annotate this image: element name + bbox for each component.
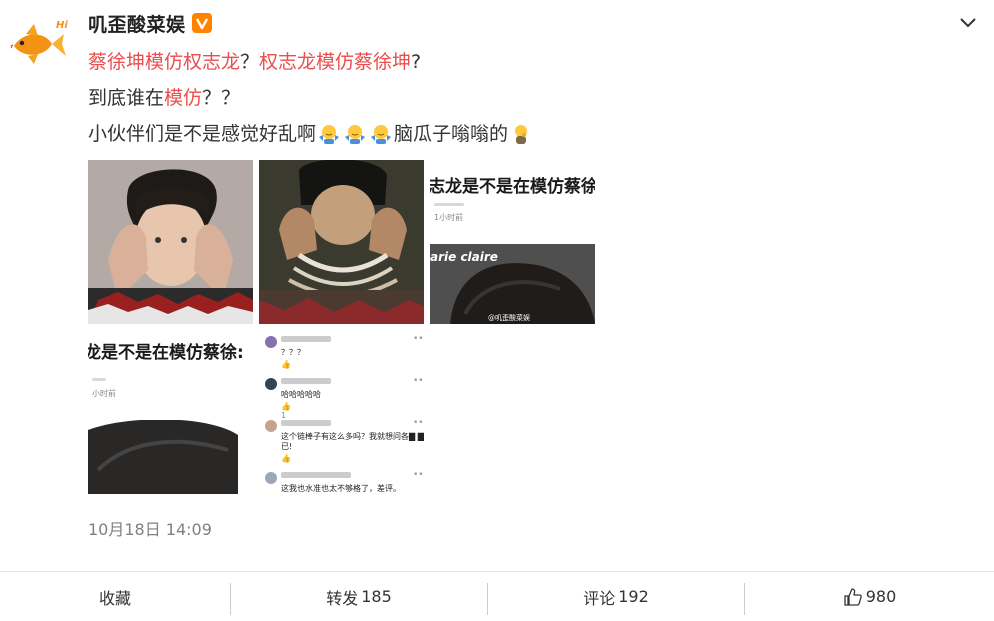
portrait-photo [259, 160, 424, 324]
favorite-button[interactable]: 收藏 [0, 572, 230, 621]
post-content: 蔡徐坤模仿权志龙 ？ 权志龙模仿蔡徐坤 ? 到底谁在 模仿 ？？ 小伙伴们是不是… [88, 44, 534, 152]
more-icon: ••• [413, 418, 424, 428]
shrug-emoji-icon [345, 125, 366, 144]
comment-text-continued: 已! [281, 442, 293, 451]
post-image-5[interactable]: ？？？ 👍 ••• 哈哈哈哈哈 👍1 ••• 这个链棒子有这么多吗？我就想问各▇… [259, 330, 424, 494]
post-image-3[interactable]: 志龙是不是在模仿蔡徐坤 1小时前 arie claire @叽歪酸菜娱 [430, 160, 595, 324]
magazine-logo: arie claire [430, 250, 498, 264]
text-fragment: 小伙伴们是不是感觉好乱啊 [88, 123, 317, 145]
post-timestamp[interactable]: 10月18日 14:09 [88, 516, 212, 540]
comment-text: 这个链棒子有这么多吗？我就想问各▇ ▇而 [281, 432, 424, 441]
shrug-emoji-icon [371, 125, 392, 144]
comment-label: 评论 [583, 588, 616, 608]
like-button[interactable]: 980 [745, 572, 994, 621]
text-fragment: ？ [240, 51, 260, 73]
favorite-label: 收藏 [98, 588, 131, 608]
post-image-4[interactable]: 龙是不是在模仿蔡徐: 小时前 [88, 330, 253, 494]
text-fragment: 到底谁在 [88, 87, 165, 109]
text-fragment: ? [411, 51, 422, 73]
screenshot-headline: 龙是不是在模仿蔡徐: [88, 343, 244, 363]
thumbs-up-icon: 👍 [281, 454, 291, 463]
portrait-photo [88, 160, 253, 324]
repost-label: 转发 [326, 588, 359, 608]
comment-text: 这我也水准也太不够格了，差评。 [281, 484, 401, 493]
author-name[interactable]: 叽歪酸菜娱 [88, 10, 186, 37]
avatar-hi-text: Hi [56, 20, 68, 31]
blurred-author [434, 203, 464, 206]
action-bar: 收藏 转发 185 评论 192 980 [0, 571, 994, 621]
more-icon: ••• [413, 376, 424, 386]
thumbs-up-icon [844, 587, 862, 606]
hashtag-link-1[interactable]: 蔡徐坤模仿权志龙 [88, 44, 240, 80]
content-line-1: 蔡徐坤模仿权志龙 ？ 权志龙模仿蔡徐坤 ? [88, 44, 534, 80]
more-options-button[interactable] [958, 12, 978, 32]
text-fragment: ？？ [202, 87, 241, 109]
content-line-3: 小伙伴们是不是感觉好乱啊 脑瓜子嗡嗡的 [88, 116, 534, 152]
avatar[interactable]: Hi [8, 18, 70, 68]
repost-count: 185 [361, 587, 392, 606]
hashtag-link-2[interactable]: 权志龙模仿蔡徐坤 [259, 44, 411, 80]
blurred-author [92, 378, 106, 381]
screenshot-headline: 志龙是不是在模仿蔡徐坤 [430, 177, 595, 197]
post-image-2[interactable] [259, 160, 424, 324]
repost-button[interactable]: 转发 185 [231, 572, 487, 621]
hair-photo [88, 420, 253, 494]
comment-text: 哈哈哈哈哈 [281, 390, 321, 399]
weibo-watermark: @叽歪酸菜娱 [488, 314, 530, 322]
comment-button[interactable]: 评论 192 [488, 572, 744, 621]
author-row: 叽歪酸菜娱 [88, 9, 212, 37]
verified-badge [191, 13, 212, 33]
content-line-2: 到底谁在 模仿 ？？ [88, 80, 534, 116]
text-fragment: 脑瓜子嗡嗡的 [394, 123, 509, 145]
comment-count: 192 [618, 587, 649, 606]
thinking-emoji-icon [515, 125, 528, 144]
comment-text: ？？？ [281, 348, 305, 357]
thumbs-up-icon: 👍1 [281, 402, 291, 420]
more-icon: ••• [413, 470, 424, 480]
screenshot-time: 小时前 [92, 389, 116, 398]
chevron-down-icon [960, 18, 976, 28]
post-image-1[interactable] [88, 160, 253, 324]
shrug-emoji-icon [319, 125, 340, 144]
hashtag-link-3[interactable]: 模仿 [164, 80, 202, 116]
verified-v-icon [195, 18, 208, 30]
more-icon: ••• [413, 334, 424, 344]
thumbs-up-icon: 👍 [281, 360, 291, 369]
like-count: 980 [865, 587, 897, 606]
screenshot-time: 1小时前 [434, 213, 464, 222]
